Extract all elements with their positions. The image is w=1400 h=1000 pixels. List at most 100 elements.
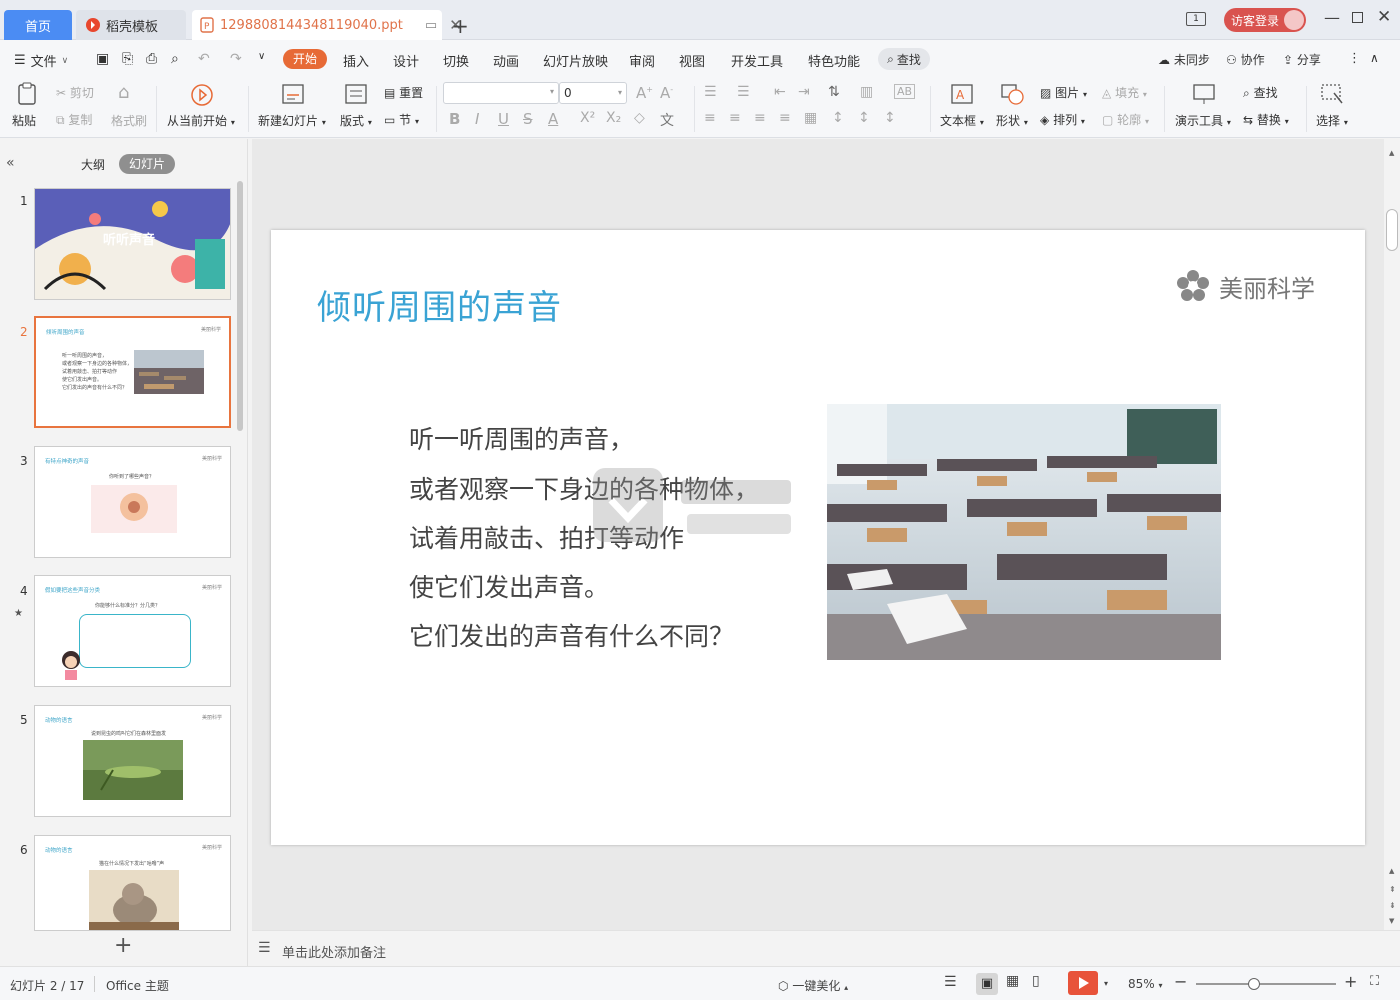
slide-thumbnail-6[interactable]: 动物的语言 美丽科学 猫在什么情况下发出“咕噜”声 xyxy=(34,835,231,931)
menu-transition[interactable]: 切换 xyxy=(443,51,469,70)
collapse-ribbon-icon[interactable]: ∧ xyxy=(1370,51,1379,65)
theme-name[interactable]: Office 主题 xyxy=(106,977,169,994)
justify-icon[interactable]: ≡ xyxy=(779,110,791,126)
font-family-select[interactable]: ▾ xyxy=(443,82,559,104)
indent-icon[interactable]: ⇥ xyxy=(798,84,810,100)
slideshow-dropdown-icon[interactable]: ▾ xyxy=(1104,979,1108,988)
presentation-tools-button[interactable]: 演示工具 ▾ xyxy=(1175,112,1231,129)
line-spacing-icon[interactable]: ↕ xyxy=(832,110,844,126)
slide-thumbnail-4[interactable]: 假如要把这些声音分类 美丽科学 你能够什么标准分？分几类？ xyxy=(34,575,231,687)
play-slideshow-button[interactable] xyxy=(1068,971,1098,995)
picture-button[interactable]: ▨ 图片 ▾ xyxy=(1040,84,1087,101)
zoom-level[interactable]: 85% ▾ xyxy=(1128,977,1163,991)
maximize-icon[interactable] xyxy=(1352,12,1363,23)
find-button[interactable]: ⌕ 查找 xyxy=(1243,84,1278,101)
arrange-button[interactable]: ◈ 排列 ▾ xyxy=(1040,111,1085,128)
export-icon[interactable]: ⎘ xyxy=(122,51,133,67)
body-line-5[interactable]: 它们发出的声音有什么不同？ xyxy=(409,617,734,653)
slide-thumbnail-3[interactable]: 有特点神奇的声音 美丽科学 你听到了哪些声音？ xyxy=(34,446,231,558)
decrease-font-icon[interactable]: A- xyxy=(660,84,673,102)
panel-scrollbar[interactable] xyxy=(237,181,243,431)
reset-button[interactable]: ▤ 重置 xyxy=(384,84,423,101)
more-icon[interactable]: ⋮ xyxy=(1348,51,1361,66)
select-button[interactable]: 选择 ▾ xyxy=(1316,112,1348,129)
scroll-thumb[interactable] xyxy=(1386,209,1398,251)
undo-icon[interactable]: ↶ xyxy=(198,51,210,67)
strikethrough-icon[interactable]: S xyxy=(523,110,533,128)
replace-button[interactable]: ⇆ 替换 ▾ xyxy=(1243,111,1289,128)
play-from-current-button[interactable]: 从当前开始 ▾ xyxy=(167,112,235,129)
outdent-icon[interactable]: ⇤ xyxy=(774,84,786,100)
notes-pane[interactable]: ☰ 单击此处添加备注 xyxy=(252,930,1400,966)
sync-status[interactable]: ☁ 未同步 xyxy=(1158,51,1210,68)
scroll-prev-icon[interactable]: ▲ xyxy=(1389,867,1394,875)
fill-button[interactable]: ◬ 填充 ▾ xyxy=(1102,84,1147,101)
slide-thumbnail-1[interactable]: 听听声音 xyxy=(34,188,231,300)
new-slide-button[interactable]: 新建幻灯片 ▾ xyxy=(258,112,326,129)
notes-placeholder[interactable]: 单击此处添加备注 xyxy=(282,942,386,961)
slide-title[interactable]: 倾听周围的声音 xyxy=(317,280,562,329)
sort-icon[interactable]: ⇅ xyxy=(828,84,840,100)
menu-start[interactable]: 开始 xyxy=(283,49,327,69)
window-indicator[interactable]: 1 xyxy=(1186,12,1206,26)
align-right-icon[interactable]: ≡ xyxy=(754,110,766,126)
close-window-icon[interactable]: ✕ xyxy=(1377,7,1391,27)
slide-canvas[interactable]: 倾听周围的声音 美丽科学 听一听周围的声音， 或者观察一下身边的各种物体， 试着… xyxy=(271,230,1365,845)
menu-special[interactable]: 特色功能 xyxy=(808,51,860,70)
menu-insert[interactable]: 插入 xyxy=(343,51,369,70)
text-direction-icon[interactable]: AB xyxy=(894,84,916,99)
fit-window-icon[interactable]: ⛶ xyxy=(1370,974,1379,989)
font-color-icon[interactable]: A xyxy=(548,110,558,128)
notes-toggle-icon[interactable]: ☰ xyxy=(944,974,957,990)
quick-access-dropdown-icon[interactable]: ∨ xyxy=(258,51,265,62)
file-menu[interactable]: ☰ 文件 ∨ xyxy=(14,51,68,70)
columns-icon[interactable]: ▥ xyxy=(860,84,873,100)
menu-search[interactable]: ⌕ 查找 xyxy=(878,48,930,70)
scroll-up-icon[interactable]: ▲ xyxy=(1389,149,1394,157)
vertical-scrollbar[interactable]: ▲ ▲ ⇞ ⇟ ▼ xyxy=(1384,139,1400,930)
cut-button[interactable]: ✂ 剪切 xyxy=(56,84,94,101)
menu-view[interactable]: 视图 xyxy=(679,51,705,70)
copy-button[interactable]: ⧉ 复制 xyxy=(56,111,92,128)
classroom-photo[interactable] xyxy=(827,404,1221,660)
add-slide-icon[interactable]: + xyxy=(114,933,132,958)
shape-button[interactable]: 形状 ▾ xyxy=(996,112,1028,129)
zoom-in-icon[interactable]: + xyxy=(1344,972,1357,991)
monitor-icon[interactable]: ▭ xyxy=(425,18,437,33)
print-preview-icon[interactable]: ⌕ xyxy=(171,51,179,67)
guest-login-button[interactable]: 访客登录 xyxy=(1224,8,1306,32)
menu-design[interactable]: 设计 xyxy=(393,51,419,70)
menu-developer[interactable]: 开发工具 xyxy=(731,51,783,70)
body-line-4[interactable]: 使它们发出声音。 xyxy=(409,568,609,604)
zoom-slider-thumb[interactable] xyxy=(1248,978,1260,990)
menu-slideshow[interactable]: 幻灯片放映 xyxy=(543,51,608,70)
underline-icon[interactable]: U xyxy=(498,110,509,128)
print-icon[interactable]: ⎙ xyxy=(146,51,157,67)
collapse-panel-icon[interactable]: « xyxy=(6,155,15,171)
minimize-icon[interactable]: — xyxy=(1324,8,1340,27)
slide-thumbnail-5[interactable]: 动物的语言 美丽科学 说到昆虫的鸣叫它们在森林里面发 xyxy=(34,705,231,817)
bold-icon[interactable]: B xyxy=(449,110,460,128)
beautify-button[interactable]: ⬡ 一键美化 ▴ xyxy=(778,977,848,994)
collab-button[interactable]: ⚇ 协作 xyxy=(1226,51,1265,68)
font-size-select[interactable]: 0 ▾ xyxy=(559,82,627,104)
menu-animation[interactable]: 动画 xyxy=(493,51,519,70)
outline-tab[interactable]: 大纲 xyxy=(81,156,105,173)
paste-button[interactable]: 粘贴 xyxy=(12,112,36,129)
tab-templates[interactable]: 稻壳模板 xyxy=(76,10,186,40)
distribute-icon[interactable]: ▦ xyxy=(804,110,817,126)
align-left-icon[interactable]: ≡ xyxy=(704,110,716,126)
increase-font-icon[interactable]: A+ xyxy=(636,84,653,102)
paste-icon[interactable] xyxy=(16,82,38,105)
clear-format-icon[interactable]: ◇ xyxy=(634,110,645,126)
section-button[interactable]: ▭ 节 ▾ xyxy=(384,111,419,128)
slides-tab[interactable]: 幻灯片 xyxy=(119,154,175,174)
phonetic-icon[interactable]: 文 xyxy=(660,110,674,130)
layout-button[interactable]: 版式 ▾ xyxy=(340,112,372,129)
bullet-list-icon[interactable]: ☰ xyxy=(704,84,717,100)
menu-review[interactable]: 审阅 xyxy=(629,51,655,70)
numbered-list-icon[interactable]: ☰ xyxy=(737,84,750,100)
zoom-slider[interactable] xyxy=(1196,978,1336,990)
paragraph-spacing-icon[interactable]: ↕ xyxy=(858,110,870,126)
reading-view-icon[interactable]: ▯ xyxy=(1032,973,1040,989)
